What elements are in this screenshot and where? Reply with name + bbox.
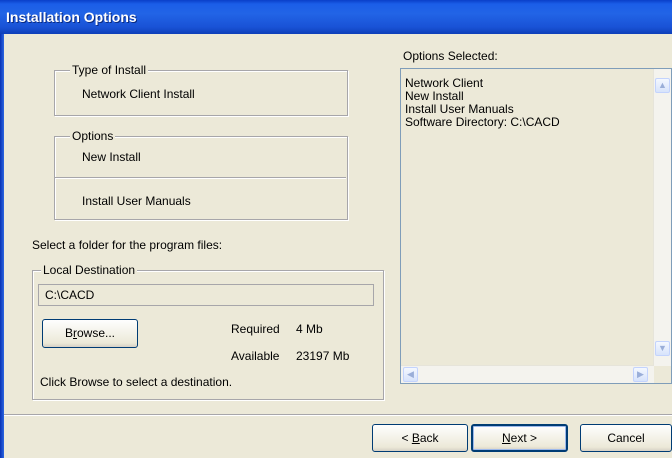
option-new-install: New Install bbox=[82, 150, 141, 164]
options-divider bbox=[55, 177, 346, 179]
options-selected-label: Options Selected: bbox=[403, 49, 498, 63]
selected-line: Software Directory: C:\CACD bbox=[405, 115, 560, 129]
available-label: Available bbox=[231, 349, 280, 363]
scroll-down-icon[interactable]: ▼ bbox=[655, 341, 670, 356]
browse-hint: Click Browse to select a destination. bbox=[40, 375, 233, 389]
horizontal-scrollbar[interactable]: ◀ ▶ bbox=[401, 365, 654, 383]
footer-divider bbox=[4, 414, 672, 416]
option-install-user-manuals: Install User Manuals bbox=[82, 194, 191, 208]
type-of-install-legend: Type of Install bbox=[70, 63, 149, 77]
scrollbar-corner bbox=[654, 366, 671, 383]
browse-label-pre: B bbox=[64, 326, 73, 340]
back-label-post: ack bbox=[419, 431, 439, 445]
scroll-up-icon[interactable]: ▲ bbox=[655, 78, 670, 93]
browse-label-post: owse... bbox=[77, 326, 116, 340]
options-selected-list[interactable]: Network Client New Install Install User … bbox=[400, 68, 672, 384]
cancel-button[interactable]: Cancel bbox=[580, 424, 672, 452]
window-left-border bbox=[0, 34, 4, 458]
folder-prompt: Select a folder for the program files: bbox=[32, 238, 223, 252]
scroll-right-icon[interactable]: ▶ bbox=[633, 367, 648, 382]
back-button[interactable]: < Back bbox=[372, 424, 468, 452]
local-destination-legend: Local Destination bbox=[41, 263, 138, 277]
options-legend: Options bbox=[70, 129, 116, 143]
window-title: Installation Options bbox=[6, 9, 137, 25]
vertical-scrollbar[interactable]: ▲ ▼ bbox=[653, 69, 671, 366]
back-label-mnemonic: B bbox=[411, 431, 420, 445]
destination-path-field[interactable]: C:\CACD bbox=[38, 284, 374, 306]
install-type-value: Network Client Install bbox=[82, 87, 195, 101]
back-label-pre: < bbox=[401, 431, 412, 445]
next-label-mnemonic: N bbox=[501, 431, 511, 445]
next-button[interactable]: Next > bbox=[471, 424, 568, 452]
required-label: Required bbox=[231, 322, 280, 336]
title-bar[interactable]: Installation Options bbox=[0, 0, 672, 34]
required-value: 4 Mb bbox=[296, 322, 323, 336]
next-label-post: ext > bbox=[510, 431, 538, 445]
browse-button[interactable]: Browse... bbox=[42, 319, 138, 348]
available-value: 23197 Mb bbox=[296, 349, 350, 363]
scroll-left-icon[interactable]: ◀ bbox=[403, 367, 418, 382]
